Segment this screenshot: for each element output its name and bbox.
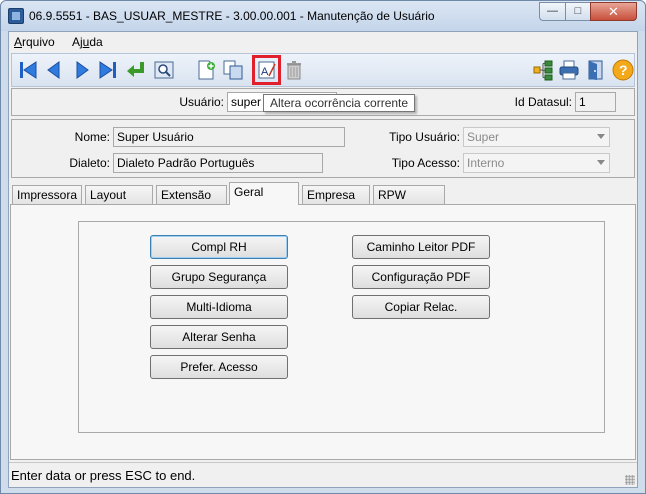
application-window: 06.9.5551 - BAS_USUAR_MESTRE - 3.00.00.0…	[0, 0, 646, 494]
nome-label: Nome:	[74, 130, 110, 144]
resize-grip-icon[interactable]	[625, 475, 635, 485]
exit-icon[interactable]	[585, 59, 607, 81]
tipo-acesso-label: Tipo Acesso:	[391, 156, 460, 170]
menu-ajuda[interactable]: Ajuda	[72, 35, 103, 49]
dialeto-field[interactable]: Dialeto Padrão Português	[113, 153, 323, 173]
nome-field[interactable]: Super Usuário	[113, 127, 345, 147]
edit-tooltip: Altera ocorrência corrente	[263, 94, 416, 112]
menu-bar: Arquivo Ajuda	[9, 32, 637, 52]
chevron-down-icon	[597, 160, 605, 165]
multi-idioma-button[interactable]: Multi-Idioma	[150, 295, 288, 319]
id-datasul-label: Id Datasul:	[514, 95, 572, 109]
svg-text:?: ?	[619, 62, 628, 78]
window-title: 06.9.5551 - BAS_USUAR_MESTRE - 3.00.00.0…	[29, 9, 435, 23]
edit-button-highlight	[252, 55, 281, 85]
first-icon[interactable]	[17, 59, 39, 81]
status-text: Enter data or press ESC to end.	[11, 468, 196, 483]
menu-arquivo-label: rquivo	[22, 35, 55, 49]
status-bar: Enter data or press ESC to end.	[9, 462, 637, 487]
delete-icon[interactable]	[283, 59, 305, 81]
menu-arquivo-mnemonic: A	[14, 35, 23, 49]
menu-arquivo[interactable]: Arquivo	[14, 35, 55, 49]
search-icon[interactable]	[153, 59, 175, 81]
tab-page-geral: Compl RH Grupo Segurança Multi-Idioma Al…	[10, 204, 636, 460]
dialeto-label: Dialeto:	[69, 156, 110, 170]
tipo-usuario-select[interactable]: Super	[463, 127, 610, 147]
tab-impressora[interactable]: Impressora	[12, 185, 82, 205]
tab-empresa[interactable]: Empresa	[302, 185, 370, 205]
client-area: Arquivo Ajuda A ? Usuário: super Id Data…	[8, 31, 638, 488]
caminho-leitor-pdf-button[interactable]: Caminho Leitor PDF	[352, 235, 490, 259]
details-panel: Nome: Super Usuário Dialeto: Dialeto Pad…	[11, 119, 635, 178]
tab-extensao[interactable]: Extensão	[156, 185, 227, 205]
grupo-seguranca-button[interactable]: Grupo Segurança	[150, 265, 288, 289]
chevron-down-icon	[597, 134, 605, 139]
tree-icon[interactable]	[532, 59, 554, 81]
copy-icon[interactable]	[222, 59, 244, 81]
usuario-label: Usuário:	[179, 95, 224, 109]
title-bar: 06.9.5551 - BAS_USUAR_MESTRE - 3.00.00.0…	[1, 1, 645, 31]
tipo-usuario-label: Tipo Usuário:	[389, 130, 460, 144]
menu-ajuda-label-end: da	[89, 35, 103, 49]
buttons-group: Compl RH Grupo Segurança Multi-Idioma Al…	[78, 221, 605, 433]
help-icon[interactable]: ?	[612, 59, 634, 81]
tab-layout[interactable]: Layout	[85, 185, 153, 205]
goto-icon[interactable]	[125, 59, 147, 81]
tab-strip: Impressora Layout Extensão Geral Empresa…	[9, 182, 637, 205]
id-datasul-field: 1	[575, 92, 616, 112]
toolbar: A ?	[11, 53, 635, 87]
prefer-acesso-button[interactable]: Prefer. Acesso	[150, 355, 288, 379]
tipo-acesso-select[interactable]: Interno	[463, 153, 610, 173]
close-button[interactable]: ✕	[590, 2, 637, 21]
prev-icon[interactable]	[43, 59, 65, 81]
tipo-acesso-value: Interno	[467, 156, 505, 170]
print-icon[interactable]	[558, 59, 580, 81]
tipo-usuario-value: Super	[467, 130, 500, 144]
last-icon[interactable]	[97, 59, 119, 81]
tab-geral[interactable]: Geral	[229, 182, 299, 205]
maximize-button[interactable]: □	[565, 2, 591, 21]
minimize-button[interactable]: —	[539, 2, 566, 21]
alterar-senha-button[interactable]: Alterar Senha	[150, 325, 288, 349]
next-icon[interactable]	[71, 59, 93, 81]
compl-rh-button[interactable]: Compl RH	[150, 235, 288, 259]
app-icon	[8, 8, 24, 24]
configuracao-pdf-button[interactable]: Configuração PDF	[352, 265, 490, 289]
tab-rpw[interactable]: RPW	[373, 185, 445, 205]
new-icon[interactable]	[195, 59, 217, 81]
copiar-relac-button[interactable]: Copiar Relac.	[352, 295, 490, 319]
menu-ajuda-label-start: Aj	[72, 35, 83, 49]
